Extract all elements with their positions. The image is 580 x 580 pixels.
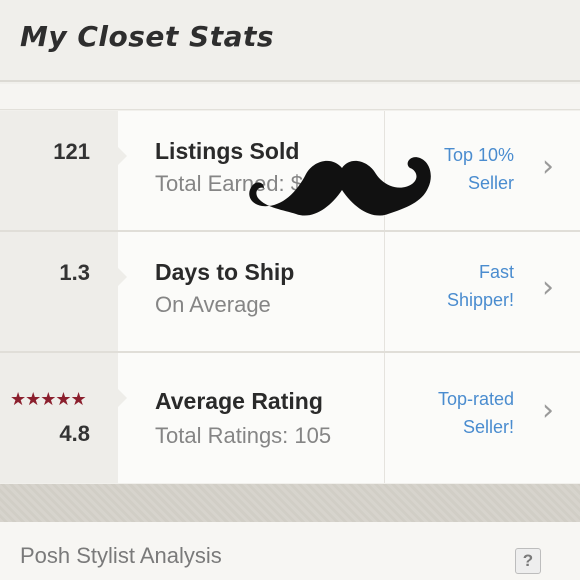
section-divider: [0, 484, 580, 522]
badge-line: Top-rated: [437, 389, 514, 409]
spacer: [0, 84, 580, 110]
page-title: My Closet Stats: [20, 20, 275, 53]
stat-label: Average Rating: [155, 388, 323, 414]
stat-value: 121: [53, 139, 90, 164]
stat-value-column: 121: [0, 111, 127, 230]
header: My Closet Stats: [0, 0, 580, 82]
stat-badge: Fast Shipper!: [384, 232, 514, 351]
stat-label: Days to Ship: [155, 259, 295, 285]
rating-stars-icon: ★★★★★: [10, 389, 87, 409]
stat-row-average-rating[interactable]: ★★★★★ 4.8 Average Rating Total Ratings: …: [0, 353, 580, 483]
chevron-right-icon[interactable]: ›: [542, 393, 554, 428]
chevron-right-icon[interactable]: ›: [542, 270, 554, 305]
stat-value: 4.8: [59, 421, 90, 446]
badge-line: Seller!: [462, 417, 514, 437]
section-title: Posh Stylist Analysis: [20, 543, 222, 568]
chevron-right-icon[interactable]: ›: [542, 149, 554, 184]
stat-subtext: On Average: [155, 292, 271, 317]
stat-subtext: Total Ratings: 105: [155, 423, 332, 448]
badge-line: Fast: [478, 262, 514, 282]
stat-value-column: ★★★★★ 4.8: [0, 353, 127, 483]
posh-stylist-section[interactable]: Posh Stylist Analysis ?: [0, 522, 580, 580]
badge-line: Shipper!: [446, 290, 514, 310]
help-icon[interactable]: ?: [515, 548, 541, 574]
stat-badge: Top-rated Seller!: [384, 353, 514, 483]
stat-value-column: 1.3: [0, 232, 127, 351]
stat-row-days-to-ship[interactable]: 1.3 Days to Ship On Average Fast Shipper…: [0, 232, 580, 353]
stat-value: 1.3: [59, 260, 90, 285]
mustache-sticker-icon: [249, 157, 431, 216]
